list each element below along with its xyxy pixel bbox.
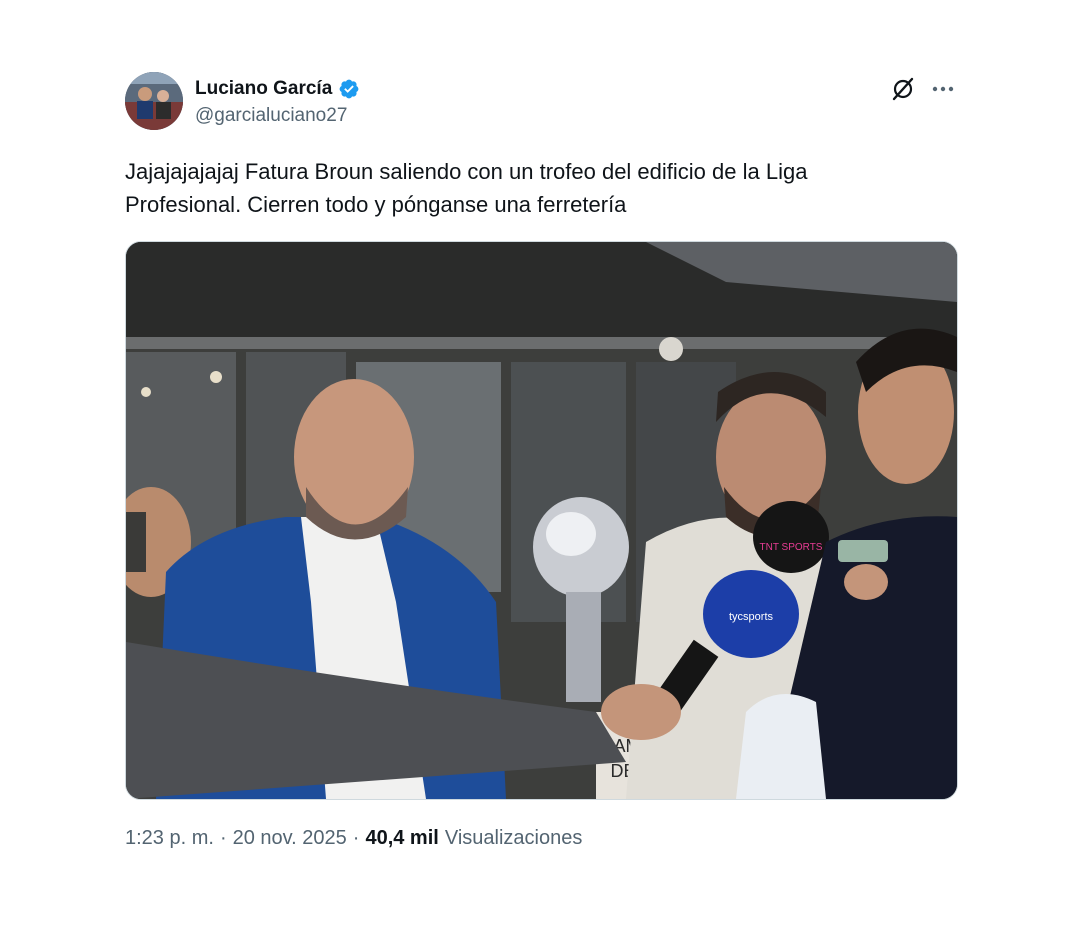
- tweet-media-photo[interactable]: CAMPEÓN DE LIGA TNT SPORTS tycsports: [125, 241, 958, 800]
- more-options-icon[interactable]: [930, 76, 956, 102]
- author-name-row[interactable]: Luciano García: [195, 76, 360, 102]
- tweet-date[interactable]: 20 nov. 2025: [233, 827, 347, 850]
- grok-icon[interactable]: [890, 76, 916, 102]
- author-display-name[interactable]: Luciano García: [195, 78, 332, 100]
- views-label[interactable]: Visualizaciones: [445, 827, 583, 850]
- tweet-text-line-2: Profesional. Cierren todo y pónganse una…: [125, 192, 627, 217]
- tweet-text: Jajajajajajaj Fatura Broun saliendo con …: [125, 155, 955, 221]
- mic-blue-label: tycsports: [729, 611, 774, 623]
- author-avatar[interactable]: [125, 72, 183, 130]
- tweet-meta-row: 1:23 p. m. · 20 nov. 2025 · 40,4 mil Vis…: [125, 824, 582, 852]
- meta-separator-2: ·: [352, 826, 360, 849]
- mic-black-label: TNT SPORTS: [760, 542, 823, 553]
- tweet-card: Luciano García @garcialuciano27 Jajajaja…: [0, 0, 1080, 927]
- tweet-time[interactable]: 1:23 p. m.: [125, 827, 214, 850]
- author-handle[interactable]: @garcialuciano27: [195, 105, 347, 127]
- avatar-photo-icon: [125, 72, 183, 130]
- verified-badge-icon[interactable]: [338, 78, 360, 100]
- meta-separator: ·: [219, 826, 227, 849]
- views-count[interactable]: 40,4 mil: [365, 827, 438, 850]
- media-scene: CAMPEÓN DE LIGA TNT SPORTS tycsports: [126, 242, 957, 799]
- tweet-text-line-1: Jajajajajajaj Fatura Broun saliendo con …: [125, 159, 808, 184]
